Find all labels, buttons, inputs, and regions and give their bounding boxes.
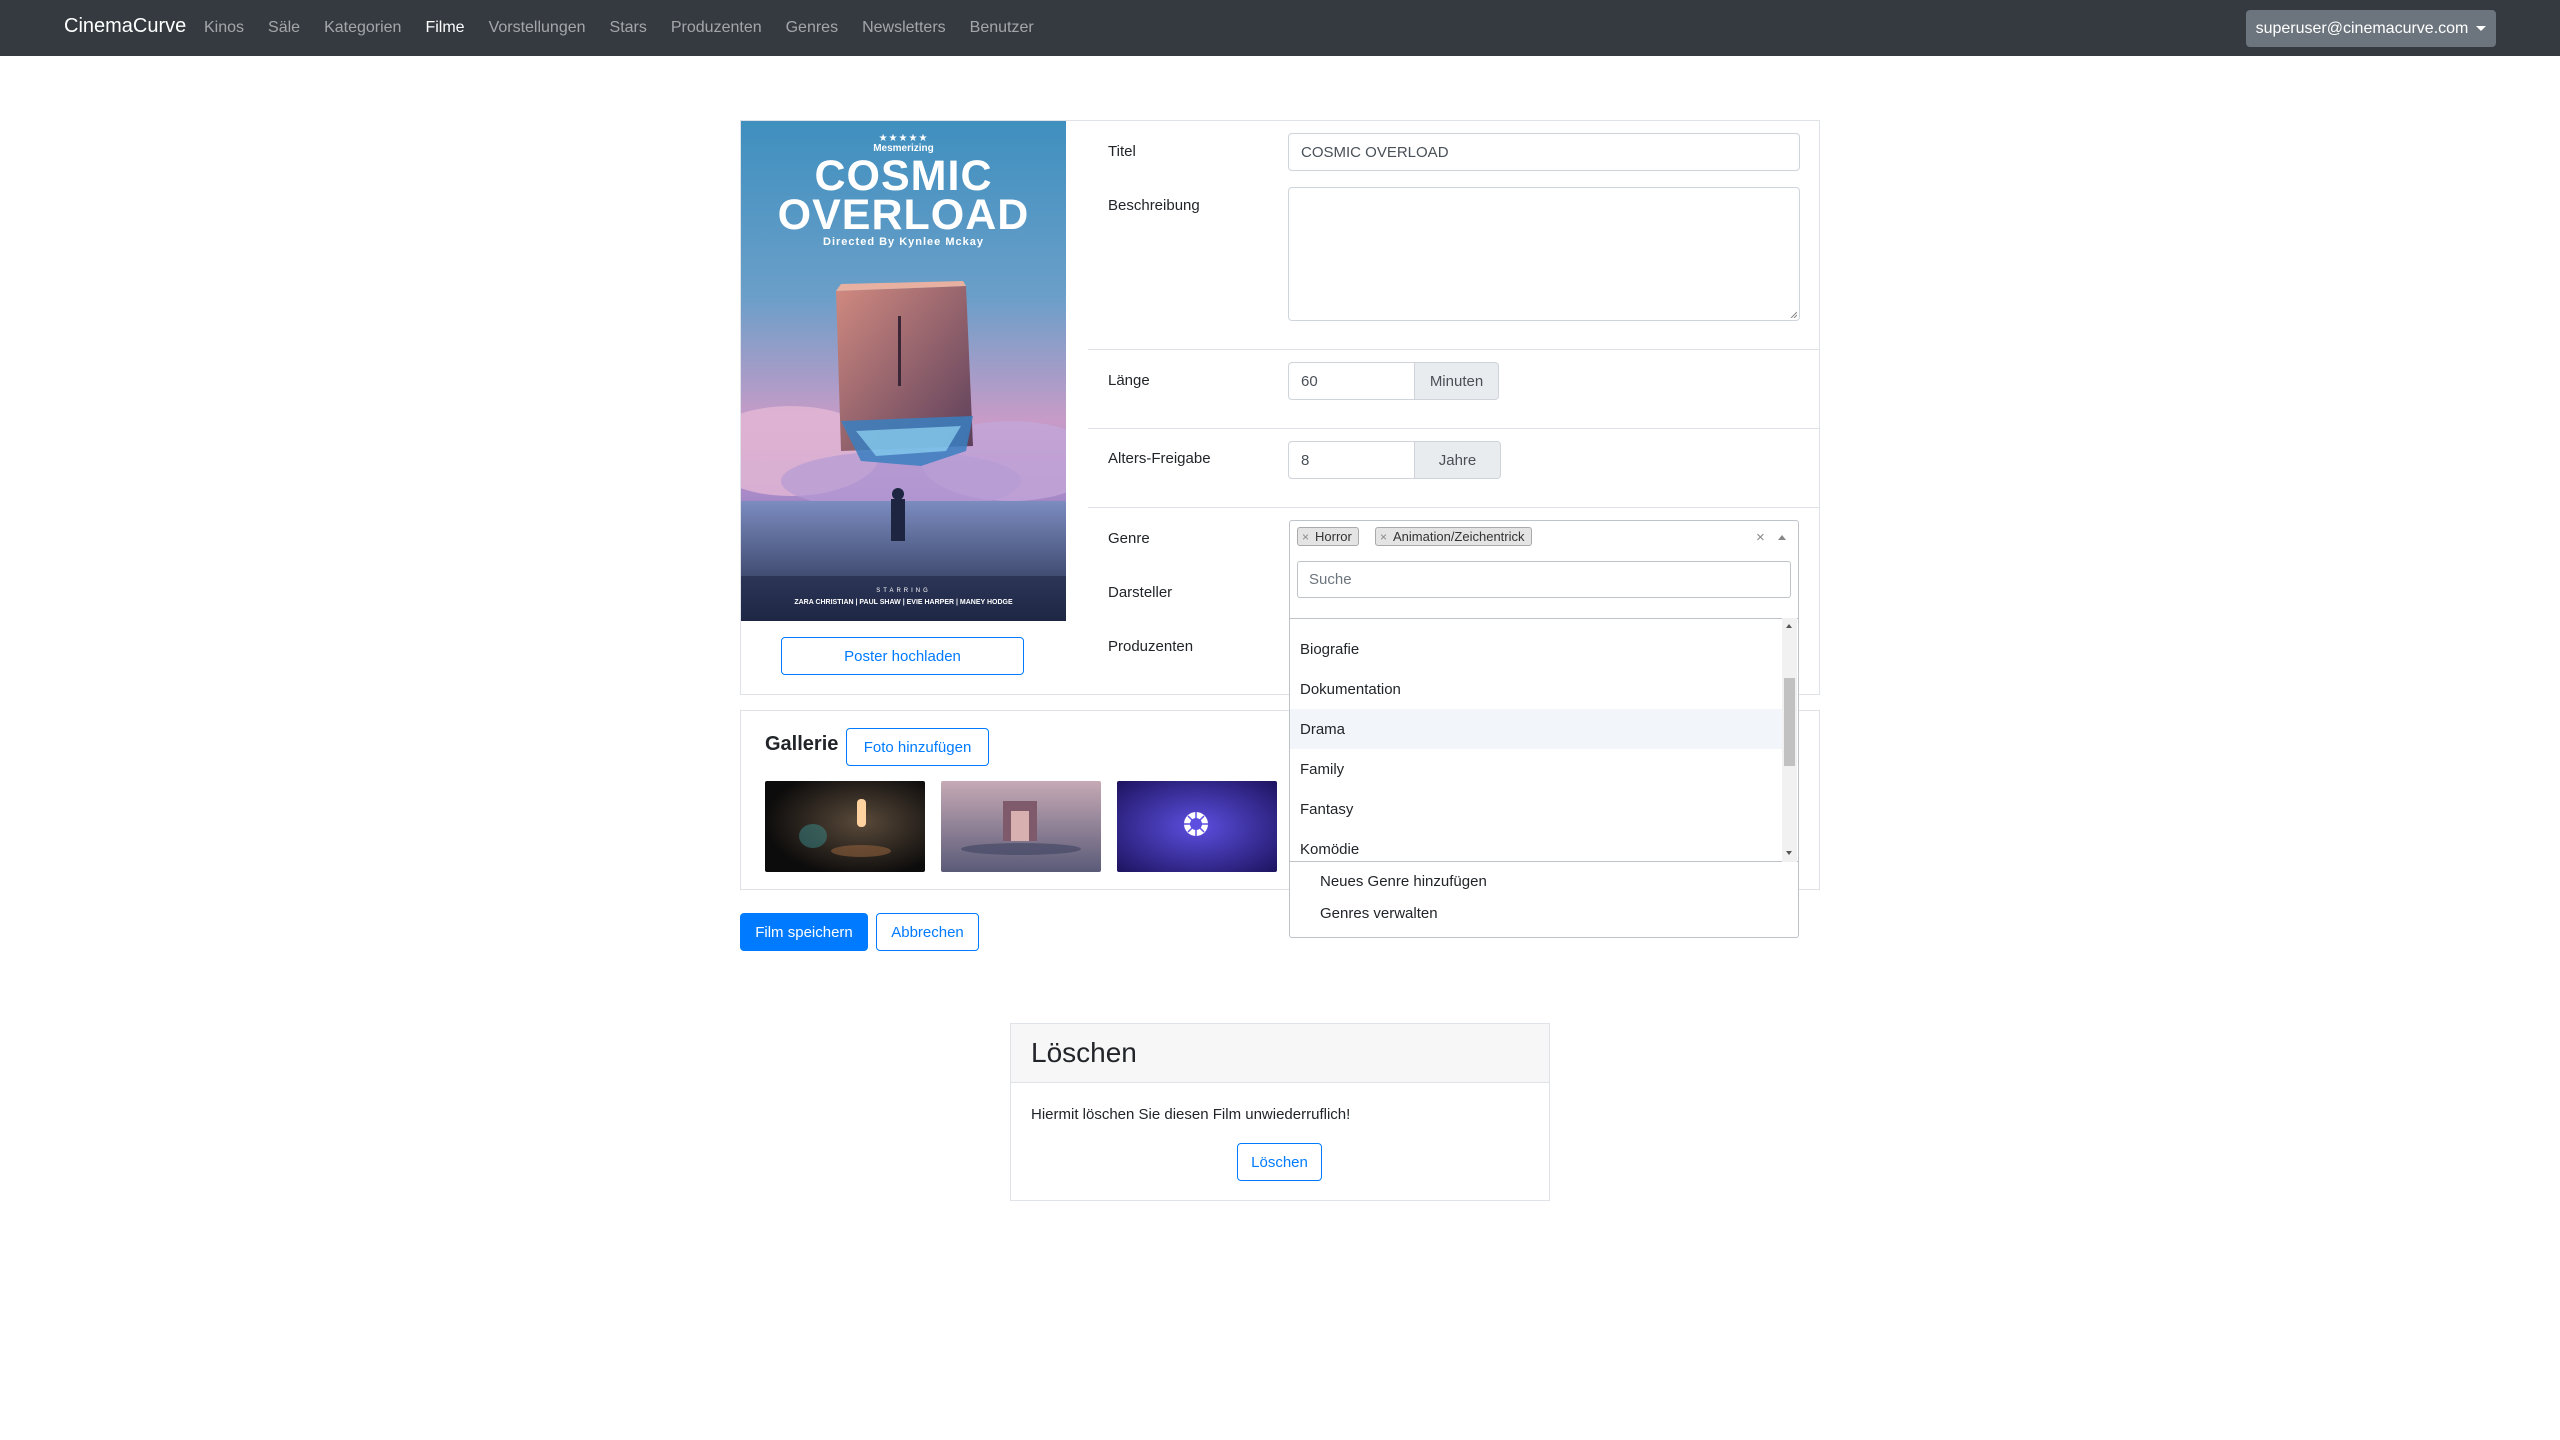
nav-link-saele[interactable]: Säle bbox=[268, 19, 300, 37]
age-label: Alters-Freigabe bbox=[1108, 450, 1211, 467]
genre-chip-label: Animation/Zeichentrick bbox=[1393, 529, 1525, 544]
genre-option[interactable]: Dokumentation bbox=[1290, 669, 1782, 709]
clear-selection-icon[interactable]: × bbox=[1756, 529, 1765, 546]
brand-logo[interactable]: CinemaCurve bbox=[64, 15, 186, 38]
delete-button[interactable]: Löschen bbox=[1237, 1143, 1322, 1181]
poster-director: Directed By Kynlee Mckay bbox=[823, 236, 984, 248]
nav-link-filme[interactable]: Filme bbox=[425, 19, 464, 37]
scroll-down-icon[interactable] bbox=[1786, 851, 1792, 855]
user-menu-button[interactable]: superuser@cinemacurve.com bbox=[2246, 10, 2496, 47]
age-input[interactable]: 8 bbox=[1288, 441, 1415, 479]
length-unit: Minuten bbox=[1414, 362, 1499, 400]
nav-link-genres[interactable]: Genres bbox=[786, 19, 838, 37]
save-film-button[interactable]: Film speichern bbox=[740, 913, 868, 951]
page-root: CinemaCurve Kinos Säle Kategorien Filme … bbox=[0, 0, 2560, 1440]
age-unit: Jahre bbox=[1414, 441, 1501, 479]
genre-option[interactable]: Komödie bbox=[1290, 829, 1782, 861]
resize-grip-icon[interactable] bbox=[1789, 310, 1797, 318]
add-photo-button[interactable]: Foto hinzufügen bbox=[846, 728, 989, 766]
top-navbar: CinemaCurve Kinos Säle Kategorien Filme … bbox=[0, 0, 2560, 56]
collapse-arrow-icon[interactable] bbox=[1778, 535, 1786, 540]
options-scrollbar-thumb[interactable] bbox=[1784, 678, 1795, 766]
add-genre-option[interactable]: Neues Genre hinzufügen bbox=[1320, 873, 1487, 890]
genre-options-list: Biografie Dokumentation Drama Family Fan… bbox=[1290, 618, 1798, 862]
poster-cast: ZARA CHRISTIAN | PAUL SHAW | EVIE HARPER… bbox=[794, 599, 1013, 606]
description-label: Beschreibung bbox=[1108, 197, 1200, 214]
nav-links: Kinos Säle Kategorien Filme Vorstellunge… bbox=[204, 0, 1058, 56]
length-input[interactable]: 60 bbox=[1288, 362, 1415, 400]
upload-poster-button[interactable]: Poster hochladen bbox=[781, 637, 1024, 675]
genre-option-highlighted[interactable]: Drama bbox=[1290, 709, 1782, 749]
genre-option[interactable]: Fantasy bbox=[1290, 789, 1782, 829]
genre-chip-label: Horror bbox=[1315, 529, 1352, 544]
delete-warning-text: Hiermit löschen Sie diesen Film unwieder… bbox=[1031, 1106, 1351, 1123]
description-textarea[interactable] bbox=[1288, 187, 1800, 321]
nav-link-kategorien[interactable]: Kategorien bbox=[324, 19, 401, 37]
gallery-thumb[interactable] bbox=[765, 781, 925, 872]
manage-genres-option[interactable]: Genres verwalten bbox=[1320, 905, 1438, 922]
genre-option[interactable]: Family bbox=[1290, 749, 1782, 789]
user-email: superuser@cinemacurve.com bbox=[2255, 19, 2469, 37]
nav-link-kinos[interactable]: Kinos bbox=[204, 19, 244, 37]
delete-title: Löschen bbox=[1031, 1037, 1137, 1068]
gallery-thumb[interactable] bbox=[941, 781, 1101, 872]
gallery-thumb[interactable] bbox=[1117, 781, 1277, 872]
remove-chip-icon[interactable]: × bbox=[1380, 530, 1387, 544]
producers-label: Produzenten bbox=[1108, 638, 1194, 655]
genre-search-input[interactable]: Suche bbox=[1297, 561, 1791, 598]
divider bbox=[1088, 428, 1819, 429]
poster-starring: STARRING bbox=[876, 588, 931, 594]
remove-chip-icon[interactable]: × bbox=[1302, 530, 1309, 544]
genre-chip-animation: × Animation/Zeichentrick bbox=[1375, 527, 1532, 546]
nav-link-benutzer[interactable]: Benutzer bbox=[970, 19, 1034, 37]
genre-option[interactable]: Biografie bbox=[1290, 629, 1782, 669]
divider bbox=[1088, 349, 1819, 350]
gallery-title: Gallerie bbox=[765, 733, 839, 755]
length-label: Länge bbox=[1108, 372, 1150, 389]
genre-label: Genre bbox=[1108, 530, 1150, 547]
genre-chip-horror: × Horror bbox=[1297, 527, 1359, 546]
poster-title-line2: OVERLOAD bbox=[777, 191, 1030, 239]
title-input[interactable]: COSMIC OVERLOAD bbox=[1288, 133, 1800, 171]
nav-link-produzenten[interactable]: Produzenten bbox=[671, 19, 762, 37]
actors-label: Darsteller bbox=[1108, 584, 1173, 601]
title-label: Titel bbox=[1108, 143, 1136, 160]
cancel-button[interactable]: Abbrechen bbox=[876, 913, 979, 951]
scroll-up-icon[interactable] bbox=[1786, 624, 1792, 628]
poster-image: ★★★★★ Mesmerizing COSMIC OVERLOAD Direct… bbox=[741, 121, 1066, 621]
genre-search-placeholder: Suche bbox=[1309, 571, 1352, 588]
nav-link-vorstellungen[interactable]: Vorstellungen bbox=[489, 19, 586, 37]
caret-down-icon bbox=[2476, 26, 2487, 31]
divider bbox=[1088, 507, 1819, 508]
nav-link-newsletters[interactable]: Newsletters bbox=[862, 19, 946, 37]
nav-link-stars[interactable]: Stars bbox=[610, 19, 647, 37]
